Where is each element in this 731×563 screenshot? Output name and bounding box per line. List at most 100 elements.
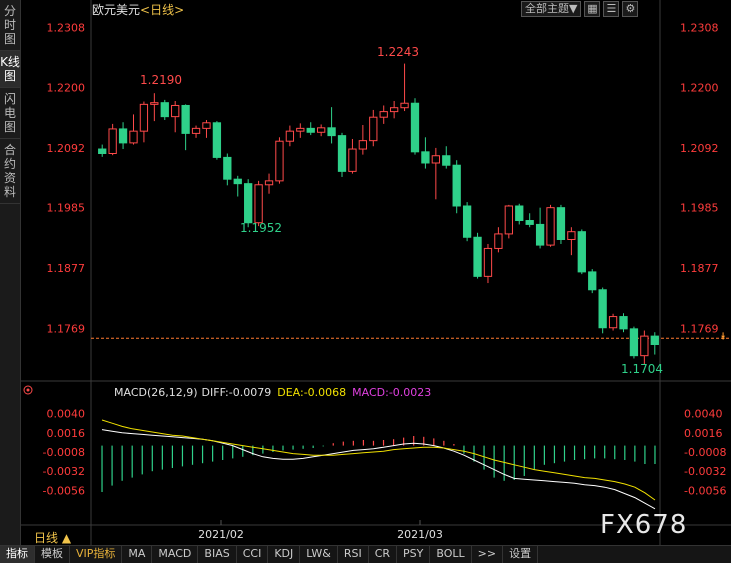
candle [640,330,649,365]
y-tick-right: 1.2092 [680,142,719,155]
x-tick: 2021/02 [198,528,244,541]
toolbar-item-12[interactable]: BOLL [430,546,472,563]
candle [442,146,451,169]
candle [389,101,399,119]
candle [494,227,503,253]
macd-y-tick-right: -0.0032 [684,465,726,478]
candle [525,213,534,228]
grid-icon[interactable]: ▦ [584,1,601,17]
toolbar-item-1[interactable]: 模板 [35,546,70,563]
high-label: 1.2243 [377,45,419,59]
candle [296,123,305,138]
toolbar-item-0[interactable]: 指标 [0,546,35,563]
macd-y-tick-left: -0.0056 [43,484,85,497]
candle [598,287,607,334]
low1-label: 1.1952 [240,221,282,235]
y-tick-left: 1.2092 [47,142,86,155]
toolbar-item-5[interactable]: BIAS [198,546,237,563]
candle [317,124,326,137]
x-tick: 2021/03 [397,528,443,541]
candle [327,107,336,144]
candle [98,144,107,157]
candle [285,125,295,147]
toolbar-item-7[interactable]: KDJ [268,546,301,563]
period-button[interactable]: 日线 ▲ [34,529,71,546]
macd-y-tick-right: -0.0008 [684,446,726,459]
high2-label: 1.2190 [140,73,182,87]
candle [348,138,357,174]
symbol-title: 欧元美元<日线> [92,3,184,17]
candle [139,101,149,143]
y-tick-left: 1.1985 [47,202,86,215]
macd-legend: MACD(26,12,9) DIFF:-0.0079 DEA:-0.0068 MACD… [114,386,431,399]
macd-y-tick-left: 0.0016 [47,427,86,440]
candle [171,101,180,133]
diff-line [101,429,656,510]
toolbar-item-9[interactable]: RSI [338,546,369,563]
candle [233,175,242,197]
candle [129,114,138,145]
sidebar-tab-contract[interactable]: 合约资料 [0,139,20,204]
toolbar-item-13[interactable]: >> [472,546,504,563]
candle [181,104,190,151]
macd-y-tick-left: -0.0008 [43,446,85,459]
y-tick-left: 1.1877 [47,262,86,275]
y-tick-right: 1.1877 [680,262,719,275]
candle [588,269,597,294]
candle [421,137,430,169]
macd-y-tick-left: 0.0040 [47,408,86,421]
y-tick-left: 1.2308 [47,21,86,34]
list-icon[interactable]: ☰ [603,1,620,17]
candle [546,204,555,247]
candle [275,137,284,184]
candle [358,125,368,155]
candle [567,227,576,256]
toolbar-item-3[interactable]: MA [122,546,153,563]
candle [629,326,639,359]
macd-y-tick-right: 0.0040 [684,408,723,421]
left-sidebar: 分时图 K线图 闪电图 合约资料 [0,0,21,545]
toolbar-item-2[interactable]: VIP指标 [70,546,123,563]
candle [462,202,472,242]
toolbar-item-4[interactable]: MACD [152,546,199,563]
candle [619,313,628,333]
candle [150,93,159,122]
sidebar-tab-kline[interactable]: K线图 [0,51,20,88]
macd-y-tick-right: -0.0056 [684,484,726,497]
y-tick-left: 1.2200 [47,82,86,95]
candle [410,98,420,155]
candle [431,147,440,200]
candle [535,207,545,249]
chevron-down-icon: ▼ [569,2,578,15]
y-tick-left: 1.1769 [47,322,86,335]
candle [254,180,263,227]
candle [504,204,513,239]
candle [306,122,315,136]
candle [264,173,274,194]
toolbar-item-14[interactable]: 设置 [503,546,539,563]
candle [379,105,388,124]
kline-chart[interactable]: ⯯ 1.2308 1.2308 1.2200 1.2200 1.2092 1.2092 1.… [21,0,731,545]
watermark: FX678 [600,510,688,540]
candle [202,119,211,138]
y-tick-right: 1.1985 [680,202,719,215]
theme-select[interactable]: 全部主题▼ [521,1,582,17]
candle [515,203,524,225]
y-tick-right: 1.2308 [680,21,719,34]
indicator-toolbar: 指标 模板 VIP指标 MA MACD BIAS CCI KDJ LW& RSI CR PSY BOLL… [0,545,731,563]
candle [108,123,117,156]
candle [483,243,493,284]
toolbar-item-11[interactable]: PSY [397,546,431,563]
candle [400,63,409,112]
toolbar-item-8[interactable]: LW& [300,546,338,563]
candle [212,121,222,160]
candle [608,313,618,331]
macd-y-tick-left: -0.0032 [43,465,85,478]
sidebar-tab-timeshare[interactable]: 分时图 [0,0,20,51]
toolbar-item-6[interactable]: CCI [237,546,269,563]
settings-icon[interactable]: ⚙ [622,1,639,17]
sidebar-tab-flash[interactable]: 闪电图 [0,88,20,139]
dea-line [101,419,656,501]
toolbar-item-10[interactable]: CR [369,546,398,563]
candle [452,160,461,214]
